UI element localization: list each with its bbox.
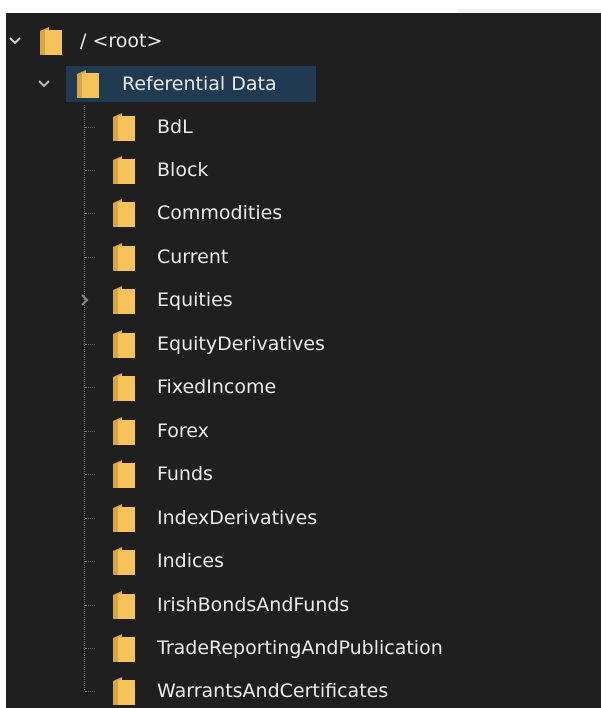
tree-node-label: FixedIncome bbox=[157, 376, 277, 398]
folder-icon bbox=[112, 242, 136, 272]
tree-node-root[interactable]: / <root> bbox=[6, 23, 601, 59]
tree-node-bdl[interactable]: BdL bbox=[6, 109, 601, 145]
tree-guide-branch bbox=[85, 387, 95, 388]
chevron-down-icon[interactable] bbox=[8, 34, 22, 48]
tree-node-indices[interactable]: Indices bbox=[6, 543, 601, 579]
tree-node-indexderivatives[interactable]: IndexDerivatives bbox=[6, 500, 601, 536]
tree-guide-branch bbox=[85, 691, 95, 692]
chevron-right-icon[interactable] bbox=[78, 293, 92, 307]
tree-guide-branch bbox=[85, 344, 95, 345]
tree-node-current[interactable]: Current bbox=[6, 239, 601, 275]
tree-guide-branch bbox=[85, 170, 95, 171]
folder-icon bbox=[112, 590, 136, 620]
folder-icon bbox=[112, 285, 136, 315]
tree-node-label: Referential Data bbox=[122, 73, 277, 95]
folder-tree-panel[interactable]: / <root> Referential Data BdL Block Comm… bbox=[6, 13, 601, 708]
tree-guide-branch bbox=[85, 648, 95, 649]
tree-node-label: IndexDerivatives bbox=[157, 507, 318, 529]
tree-node-fixedincome[interactable]: FixedIncome bbox=[6, 369, 601, 405]
folder-icon bbox=[112, 416, 136, 446]
folder-icon bbox=[112, 112, 136, 142]
folder-icon bbox=[112, 546, 136, 576]
tree-guide-branch bbox=[85, 127, 95, 128]
folder-icon bbox=[39, 26, 63, 56]
tree-node-label: Equities bbox=[157, 289, 233, 311]
tree-node-block[interactable]: Block bbox=[6, 152, 601, 188]
tree-node-tradereportingandpublication[interactable]: TradeReportingAndPublication bbox=[6, 630, 601, 666]
tree-node-funds[interactable]: Funds bbox=[6, 456, 601, 492]
tree-guide-branch bbox=[85, 518, 95, 519]
folder-icon bbox=[112, 459, 136, 489]
tree-guide-branch bbox=[85, 561, 95, 562]
tree-node-label: Block bbox=[157, 159, 209, 181]
folder-icon bbox=[112, 372, 136, 402]
tree-node-label: WarrantsAndCertificates bbox=[157, 680, 389, 702]
folder-icon bbox=[112, 198, 136, 228]
tree-node-label: Indices bbox=[157, 550, 225, 572]
tree-node-label: Current bbox=[157, 246, 229, 268]
tree-guide-branch bbox=[85, 213, 95, 214]
chevron-down-icon[interactable] bbox=[37, 77, 51, 91]
tree-guide-branch bbox=[85, 257, 95, 258]
tree-node-equityderivatives[interactable]: EquityDerivatives bbox=[6, 326, 601, 362]
tree-node-label: IrishBondsAndFunds bbox=[157, 594, 350, 616]
folder-icon bbox=[112, 633, 136, 663]
tree-node-label: Forex bbox=[157, 420, 209, 442]
tree-guide-branch bbox=[85, 474, 95, 475]
folder-icon bbox=[112, 503, 136, 533]
folder-icon bbox=[112, 155, 136, 185]
tree-node-forex[interactable]: Forex bbox=[6, 413, 601, 449]
folder-icon bbox=[76, 69, 100, 99]
tree-node-warrantsandcertificates[interactable]: WarrantsAndCertificates bbox=[6, 673, 601, 708]
tree-node-label: BdL bbox=[157, 116, 193, 138]
tree-node-referential-data[interactable]: Referential Data bbox=[6, 66, 601, 102]
folder-icon bbox=[112, 676, 136, 706]
tree-node-label: / <root> bbox=[80, 30, 163, 52]
tree-node-commodities[interactable]: Commodities bbox=[6, 195, 601, 231]
tree-node-label: EquityDerivatives bbox=[157, 333, 325, 355]
tree-node-label: Funds bbox=[157, 463, 213, 485]
tree-guide-branch bbox=[85, 431, 95, 432]
tree-node-equities[interactable]: Equities bbox=[6, 282, 601, 318]
tree-node-irishbondsandfunds[interactable]: IrishBondsAndFunds bbox=[6, 587, 601, 623]
folder-icon bbox=[112, 329, 136, 359]
tree-node-label: TradeReportingAndPublication bbox=[157, 637, 443, 659]
tree-guide-branch bbox=[85, 605, 95, 606]
tree-node-label: Commodities bbox=[157, 202, 283, 224]
